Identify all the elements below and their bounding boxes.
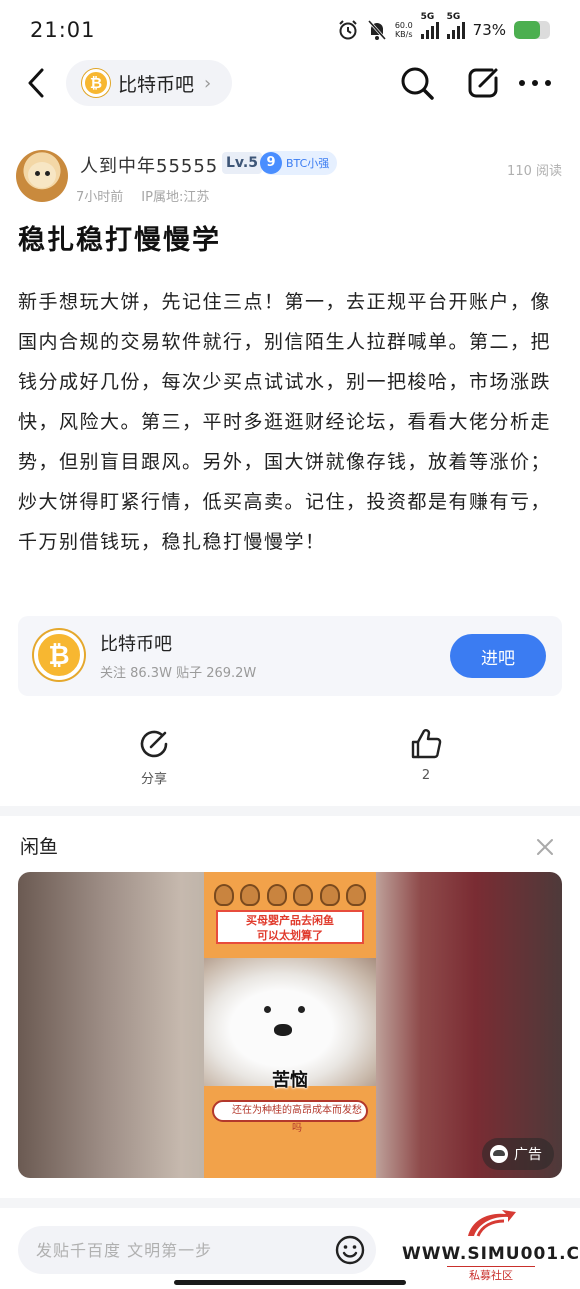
ad-logo-icon [490,1145,508,1163]
section-divider [0,1198,580,1208]
post-title: 稳扎稳打慢慢学 [18,225,221,256]
ad-tag: 广告 [482,1138,554,1170]
chevron-right-icon: › [204,72,212,94]
forum-card[interactable]: ₿ 比特币吧 关注 86.3W 贴子 269.2W 进吧 [18,616,562,696]
read-count: 110 阅读 [507,164,562,179]
share-icon [140,730,168,758]
back-arrow-icon[interactable] [22,66,52,100]
avatar[interactable] [16,150,68,202]
watermark-site: WWW.SIMU001.CN [402,1244,580,1264]
fan-level: 9 [260,152,282,174]
signal-sim2-icon: 5G [446,12,465,39]
join-forum-button[interactable]: 进吧 [450,634,546,678]
bitcoin-icon: ₿ [34,630,84,680]
ad-subcaption: 还在为种桂的高昂成本而发愁吗 [212,1100,368,1134]
author-name[interactable]: 人到中年55555 [80,152,218,178]
cartoon-dogs-image [214,884,366,910]
like-button[interactable]: 2 [386,728,466,783]
like-count: 2 [421,768,431,783]
watermark: WWW.SIMU001.CN 私募社区 [402,1208,580,1284]
thumbs-up-icon [411,729,442,759]
net-speed: 60.0 KB/s [395,21,413,39]
status-bar: 21:01 60.0 KB/s 5G 5G 73% [0,0,580,60]
battery-percent: 73% [472,21,506,39]
forum-name: 比特币吧 [118,73,195,96]
mute-bell-icon [367,20,386,40]
reply-input[interactable] [36,1226,326,1274]
forum-card-stats: 关注 86.3W 贴子 269.2W [100,666,257,681]
forum-link-pill[interactable]: ₿ 比特币吧 › [66,60,232,106]
net-speed-value: 60.0 [394,21,413,30]
watermark-name: 私募社区 [447,1266,535,1283]
close-icon[interactable] [534,836,556,858]
ad-headline: 买母婴产品去闲鱼 可以太划算了 [216,910,364,944]
search-icon[interactable] [398,64,436,102]
reply-bar [18,1226,376,1274]
ip-location: IP属地:江苏 [141,190,210,205]
status-icons: 60.0 KB/s 5G 5G 73% [337,12,550,44]
share-label: 分享 [140,772,167,787]
status-time: 21:01 [30,18,96,42]
post-body: 新手想玩大饼，先记住三点！第一，去正规平台开账户，像国内合规的交易软件就行，别信… [18,291,552,553]
watermark-logo-icon [468,1210,516,1237]
post-actions: 分享 2 [0,728,580,788]
alarm-icon [339,20,357,40]
fan-badge: 9 BTC小强 [260,151,338,175]
post-author-row: 人到中年55555 Lv.5 9 BTC小强 7小时前 IP属地:江苏 110 阅… [16,150,564,206]
section-divider [0,806,580,816]
ad-section-title: 闲鱼 [20,836,59,858]
sim1-label: 5G [420,12,435,22]
share-button[interactable]: 分享 [114,728,194,787]
level-badge: Lv.5 [222,152,262,174]
ad-tag-label: 广告 [514,1147,542,1163]
ad-caption: 苦恼 [272,1070,308,1091]
emoji-icon[interactable] [334,1234,366,1266]
post-time: 7小时前 [76,190,124,205]
net-speed-unit: KB/s [394,30,413,39]
more-icon[interactable] [516,64,554,102]
ad-creative: 买母婴产品去闲鱼 可以太划算了 苦恼 还在为种桂的高昂成本而发愁吗 [204,872,376,1178]
forum-card-name: 比特币吧 [100,634,172,655]
top-nav: ₿ 比特币吧 › [0,60,580,106]
post-meta: 7小时前 IP属地:江苏 [76,186,209,205]
fan-badge-label: BTC小强 [286,157,330,170]
edit-post-icon[interactable] [464,64,502,102]
home-indicator[interactable] [174,1280,406,1285]
battery-icon [514,21,550,39]
signal-sim1-icon: 5G [420,12,439,39]
bitcoin-icon: ₿ [82,69,110,97]
sim2-label: 5G [446,12,461,22]
ad-banner[interactable]: 买母婴产品去闲鱼 可以太划算了 苦恼 还在为种桂的高昂成本而发愁吗 广告 [18,872,562,1178]
